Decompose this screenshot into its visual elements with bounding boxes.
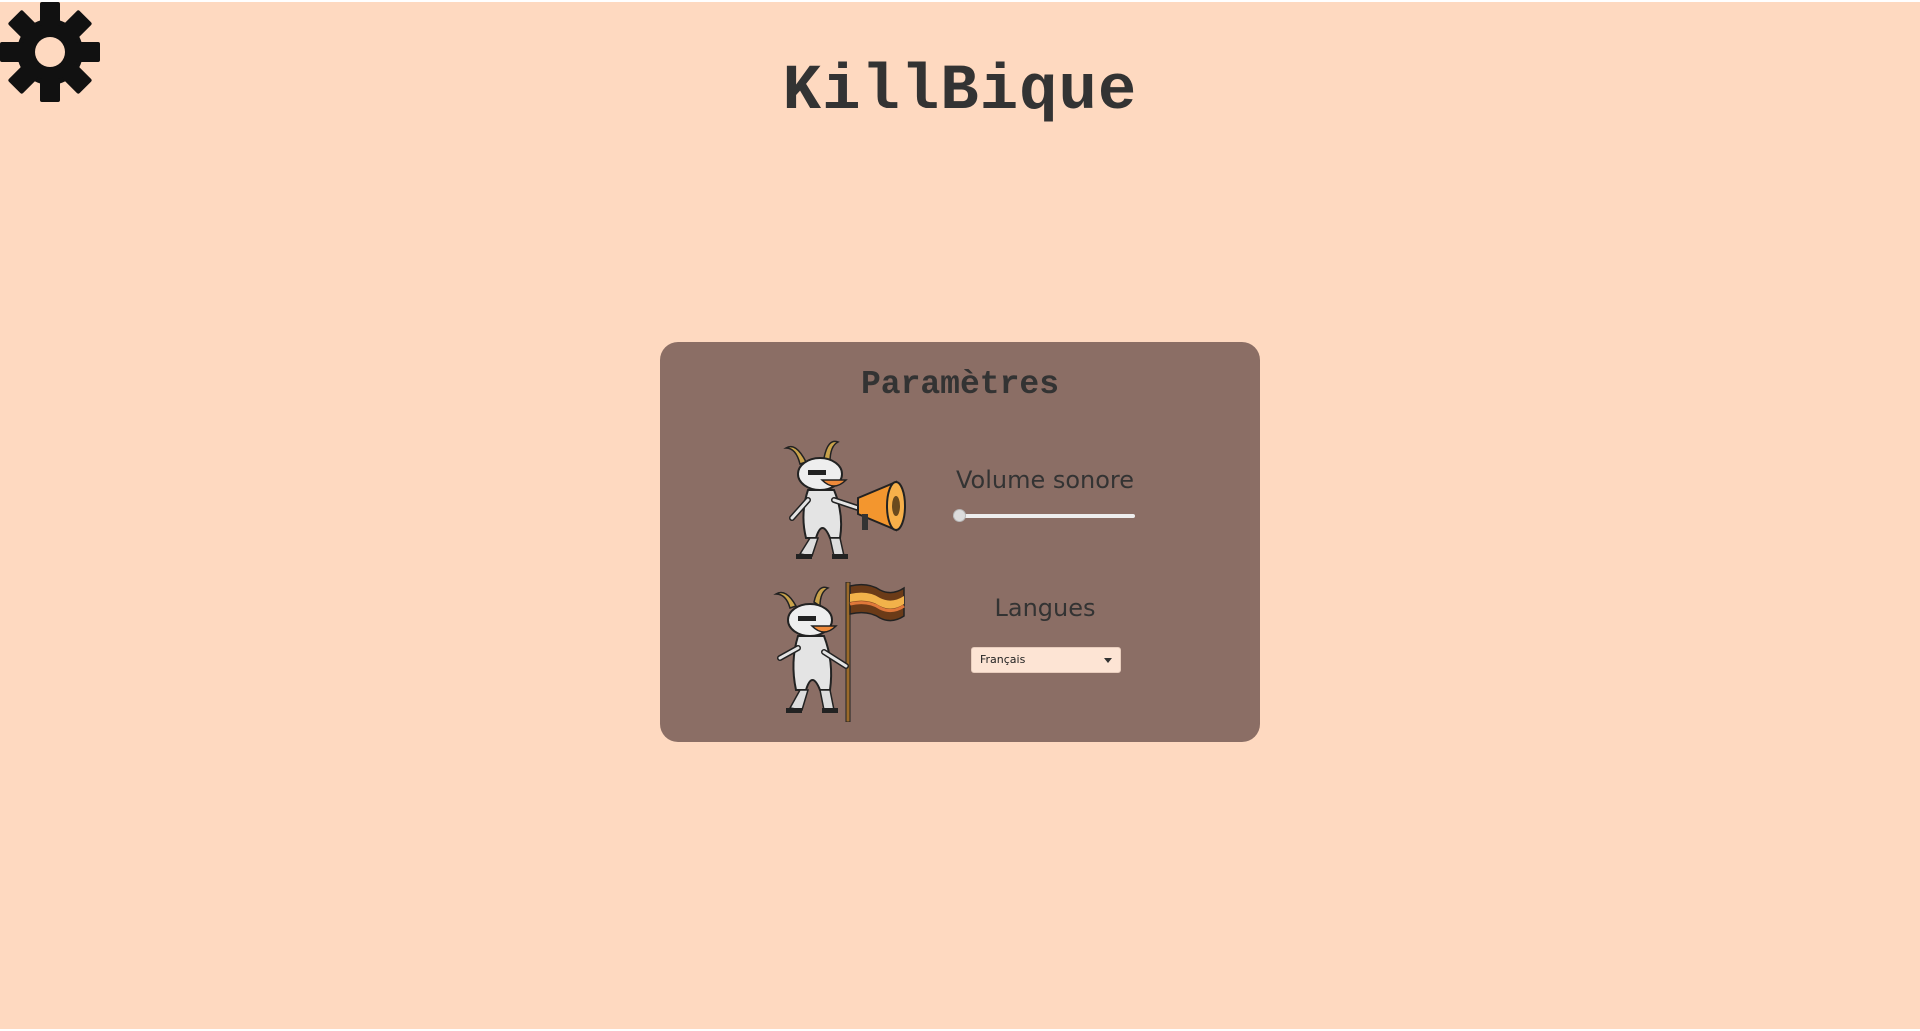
chevron-down-icon	[1104, 658, 1112, 663]
goat-flag-illustration	[773, 582, 905, 722]
language-select-value: Français	[980, 653, 1026, 666]
language-select[interactable]: Français	[971, 647, 1121, 673]
panel-title: Paramètres	[860, 366, 1060, 403]
volume-slider-thumb[interactable]	[953, 509, 966, 522]
top-edge	[0, 0, 1920, 2]
settings-panel: Paramètres Volume sonore Langues Françai…	[660, 342, 1260, 742]
volume-label: Volume sonore	[955, 466, 1135, 494]
language-label: Langues	[994, 594, 1096, 622]
app-title: KillBique	[782, 56, 1138, 128]
goat-megaphone-illustration	[783, 440, 906, 559]
volume-slider[interactable]	[953, 509, 1135, 522]
